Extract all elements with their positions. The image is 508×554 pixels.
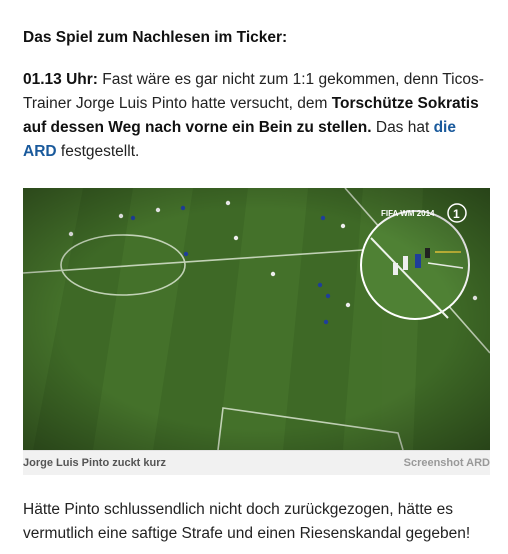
section-heading: Das Spiel zum Nachlesen im Ticker: [23, 29, 288, 46]
image-credit: Screenshot ARD [403, 457, 490, 469]
broadcast-overlay-label: FIFA WM 2014 [381, 209, 435, 218]
channel-logo-text: 1 [453, 207, 460, 221]
football-pitch-image: FIFA WM 2014 1 [23, 188, 490, 450]
ticker-time: 01.13 Uhr: [23, 71, 98, 88]
ticker-entry: 01.13 Uhr: Fast wäre es gar nicht zum 1:… [23, 68, 493, 164]
image-caption: Jorge Luis Pinto zuckt kurz [23, 457, 167, 469]
ticker-text-3: festgestellt. [56, 143, 140, 160]
ticker-text-2: Das hat [371, 119, 434, 136]
match-screenshot: FIFA WM 2014 1 [23, 188, 490, 450]
closing-paragraph: Hätte Pinto schlussendlich nicht doch zu… [23, 501, 471, 542]
image-caption-bar: Jorge Luis Pinto zuckt kurz Screenshot A… [23, 450, 490, 475]
